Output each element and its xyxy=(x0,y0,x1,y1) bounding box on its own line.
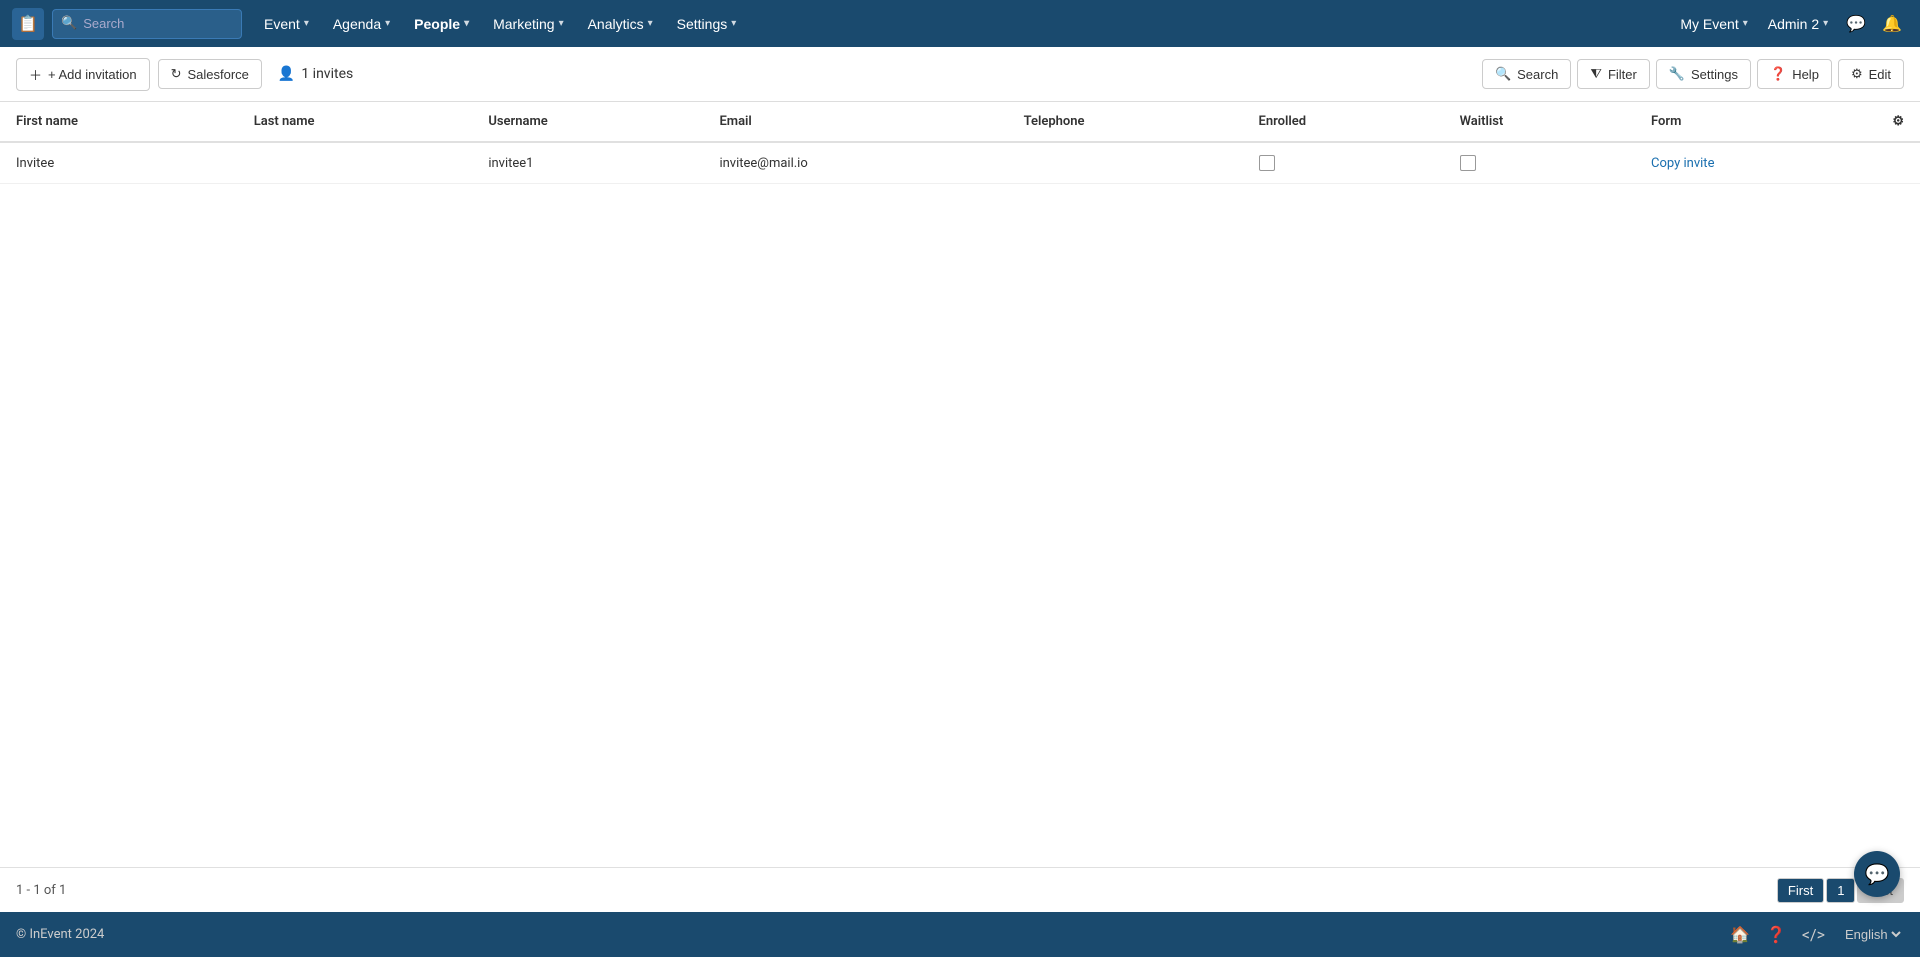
help-icon: ❓ xyxy=(1770,66,1786,82)
nav-label-settings: Settings xyxy=(677,16,728,32)
invitees-table: First name Last name Username Email Tele… xyxy=(0,102,1920,184)
bell-icon: 🔔 xyxy=(1882,14,1902,34)
col-waitlist: Waitlist xyxy=(1444,102,1635,142)
copyright-text: © InEvent 2024 xyxy=(16,927,104,942)
col-username: Username xyxy=(472,102,703,142)
filter-icon: ⧨ xyxy=(1590,66,1602,82)
cell-email: invitee@mail.io xyxy=(703,142,1007,184)
search-icon: 🔍 xyxy=(1495,66,1511,82)
cell-last-name xyxy=(238,142,473,184)
nav-label-people: People xyxy=(414,16,460,32)
first-page-button[interactable]: First xyxy=(1777,878,1824,903)
col-settings[interactable]: ⚙ xyxy=(1876,102,1920,142)
salesforce-button[interactable]: ↻ Salesforce xyxy=(158,59,262,89)
nav-item-marketing[interactable]: Marketing ▾ xyxy=(483,10,574,38)
action-toolbar: ＋ + Add invitation ↻ Salesforce 👤 1 invi… xyxy=(0,47,1920,102)
chat-icon: 💬 xyxy=(1846,14,1866,34)
cell-row-settings xyxy=(1876,142,1920,184)
nav-label-marketing: Marketing xyxy=(493,16,554,32)
cell-username: invitee1 xyxy=(472,142,703,184)
chevron-down-icon: ▾ xyxy=(385,18,390,29)
admin-button[interactable]: Admin 2 ▾ xyxy=(1760,10,1836,38)
col-form: Form xyxy=(1635,102,1876,142)
toolbar-right-actions: 🔍 Search ⧨ Filter 🔧 Settings ❓ Help ⚙ Ed… xyxy=(1482,59,1904,89)
nav-label-agenda: Agenda xyxy=(333,16,381,32)
search-label: Search xyxy=(1517,67,1558,82)
logo-button[interactable]: 📋 xyxy=(12,8,44,40)
cell-enrolled[interactable] xyxy=(1243,142,1444,184)
help-label: Help xyxy=(1792,67,1819,82)
filter-label: Filter xyxy=(1608,67,1637,82)
nav-item-agenda[interactable]: Agenda ▾ xyxy=(323,10,400,38)
col-last-name: Last name xyxy=(238,102,473,142)
col-enrolled: Enrolled xyxy=(1243,102,1444,142)
chat-fab-button[interactable]: 💬 xyxy=(1854,851,1900,897)
cell-telephone xyxy=(1008,142,1243,184)
nav-label-analytics: Analytics xyxy=(588,16,644,32)
nav-label-event: Event xyxy=(264,16,300,32)
person-icon: 👤 xyxy=(278,66,295,82)
col-email: Email xyxy=(703,102,1007,142)
settings-button[interactable]: 🔧 Settings xyxy=(1656,59,1751,89)
edit-button[interactable]: ⚙ Edit xyxy=(1838,59,1904,89)
pagination-info: 1 - 1 of 1 xyxy=(16,883,66,898)
global-search-box[interactable]: 🔍 xyxy=(52,9,242,39)
language-selector[interactable]: English xyxy=(1841,926,1904,943)
main-content: First name Last name Username Email Tele… xyxy=(0,102,1920,867)
col-telephone: Telephone xyxy=(1008,102,1243,142)
filter-button[interactable]: ⧨ Filter xyxy=(1577,59,1650,89)
chevron-down-icon: ▾ xyxy=(304,18,309,29)
my-event-label: My Event xyxy=(1680,16,1738,32)
nav-item-event[interactable]: Event ▾ xyxy=(254,10,319,38)
chevron-down-icon: ▾ xyxy=(559,18,564,29)
nav-right-section: My Event ▾ Admin 2 ▾ 💬 🔔 xyxy=(1672,8,1908,40)
home-icon[interactable]: 🏠 xyxy=(1730,925,1750,944)
col-first-name: First name xyxy=(0,102,238,142)
my-event-button[interactable]: My Event ▾ xyxy=(1672,10,1755,38)
waitlist-checkbox[interactable] xyxy=(1460,155,1476,171)
gear-icon: ⚙ xyxy=(1851,66,1863,82)
cell-first-name: Invitee xyxy=(0,142,238,184)
admin-label: Admin 2 xyxy=(1768,16,1819,32)
add-invitation-button[interactable]: ＋ + Add invitation xyxy=(16,58,150,91)
nav-item-settings[interactable]: Settings ▾ xyxy=(667,10,747,38)
bottom-bar-right: 🏠 ❓ </> English xyxy=(1730,925,1904,944)
salesforce-label: Salesforce xyxy=(187,67,248,82)
add-invitation-label: + Add invitation xyxy=(48,67,137,82)
chevron-down-icon: ▾ xyxy=(1823,18,1828,29)
invites-count-text: 1 invites xyxy=(301,66,353,82)
search-button[interactable]: 🔍 Search xyxy=(1482,59,1571,89)
chevron-down-icon: ▾ xyxy=(464,18,469,29)
page-1-button[interactable]: 1 xyxy=(1826,878,1855,903)
nav-item-people[interactable]: People ▾ xyxy=(404,10,479,38)
bottom-bar: © InEvent 2024 🏠 ❓ </> English xyxy=(0,912,1920,957)
edit-label: Edit xyxy=(1869,67,1891,82)
copy-invite-button[interactable]: Copy invite xyxy=(1651,156,1714,171)
help-button[interactable]: ❓ Help xyxy=(1757,59,1832,89)
chevron-down-icon: ▾ xyxy=(1743,18,1748,29)
table-row: Invitee invitee1 invitee@mail.io xyxy=(0,142,1920,184)
code-icon[interactable]: </> xyxy=(1802,925,1825,944)
pagination-bar: 1 - 1 of 1 First 1 Last xyxy=(0,867,1920,912)
notification-button[interactable]: 🔔 xyxy=(1876,8,1908,40)
chevron-down-icon: ▾ xyxy=(648,18,653,29)
gear-icon: ⚙ xyxy=(1892,114,1904,129)
chat-icon-button[interactable]: 💬 xyxy=(1840,8,1872,40)
question-icon[interactable]: ❓ xyxy=(1766,925,1786,944)
search-input[interactable] xyxy=(83,16,233,31)
plus-icon: ＋ xyxy=(29,65,42,84)
cell-waitlist[interactable] xyxy=(1444,142,1635,184)
wrench-icon: 🔧 xyxy=(1669,66,1685,82)
invites-count-label: 👤 1 invites xyxy=(278,66,353,82)
settings-label: Settings xyxy=(1691,67,1738,82)
cell-form[interactable]: Copy invite xyxy=(1635,142,1876,184)
chat-bubble-icon: 💬 xyxy=(1865,862,1890,886)
chevron-down-icon: ▾ xyxy=(731,18,736,29)
salesforce-icon: ↻ xyxy=(171,66,182,82)
enrolled-checkbox[interactable] xyxy=(1259,155,1275,171)
table-header-row: First name Last name Username Email Tele… xyxy=(0,102,1920,142)
top-navigation: 📋 🔍 Event ▾ Agenda ▾ People ▾ Marketing … xyxy=(0,0,1920,47)
search-icon: 🔍 xyxy=(61,16,77,31)
nav-item-analytics[interactable]: Analytics ▾ xyxy=(578,10,663,38)
